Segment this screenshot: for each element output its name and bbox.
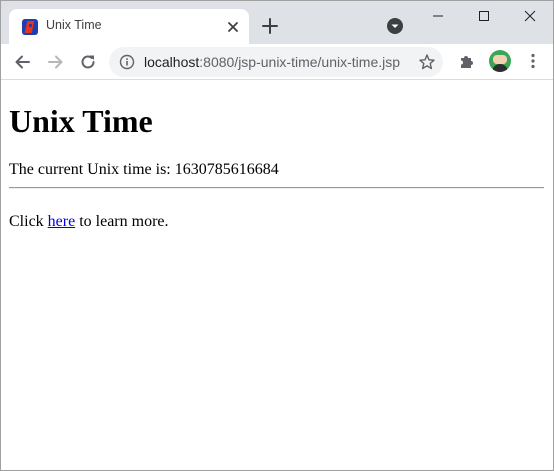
minimize-icon [433, 15, 443, 17]
back-button[interactable] [13, 52, 33, 72]
unix-time-value: 1630785616684 [174, 161, 279, 178]
minimize-window-button[interactable] [415, 1, 461, 31]
extensions-puzzle-icon[interactable] [458, 52, 476, 70]
forward-button[interactable] [45, 52, 65, 72]
url-path: :8080/jsp-unix-time/unix-time.jsp [199, 54, 401, 70]
unix-time-label: The current Unix time is: [9, 161, 175, 178]
browser-toolbar: localhost:8080/jsp-unix-time/unix-time.j… [1, 44, 553, 80]
maximize-window-button[interactable] [461, 1, 507, 31]
learn-more-line: Click here to learn more. [9, 212, 169, 232]
maximize-icon [479, 11, 489, 21]
arrow-right-icon [48, 55, 63, 69]
tab-close-icon[interactable] [224, 18, 242, 36]
tab-strip: Unix Time [1, 1, 553, 44]
learn-more-suffix: to learn more. [75, 213, 169, 230]
url-host: localhost [144, 54, 200, 70]
divider [9, 187, 544, 189]
close-window-button[interactable] [507, 1, 553, 31]
learn-more-prefix: Click [9, 213, 48, 230]
tab-unix-time[interactable]: Unix Time [9, 9, 249, 44]
reload-icon [81, 55, 95, 69]
bookmark-star-icon[interactable] [418, 53, 436, 71]
address-bar[interactable]: localhost:8080/jsp-unix-time/unix-time.j… [109, 47, 443, 77]
reload-button[interactable] [78, 52, 98, 72]
arrow-left-icon [15, 55, 30, 69]
browser-window: Unix Time localhost:8080/jsp-unix-time/u… [0, 0, 554, 471]
unix-time-line: The current Unix time is: 1630785616684 [9, 160, 279, 180]
tab-title: Unix Time [46, 18, 102, 32]
close-icon [524, 10, 536, 22]
tab-search-chevron-down-icon[interactable] [387, 18, 403, 34]
url-text[interactable]: localhost:8080/jsp-unix-time/unix-time.j… [144, 54, 400, 70]
more-vertical-icon[interactable] [524, 52, 542, 70]
page-title: Unix Time [9, 103, 153, 139]
page-content: Unix Time The current Unix time is: 1630… [1, 80, 553, 470]
here-link[interactable]: here [48, 213, 76, 230]
profile-avatar[interactable] [489, 50, 511, 72]
jsp-favicon-icon [22, 19, 38, 35]
info-icon[interactable] [119, 54, 135, 70]
new-tab-plus-icon[interactable] [259, 15, 281, 37]
